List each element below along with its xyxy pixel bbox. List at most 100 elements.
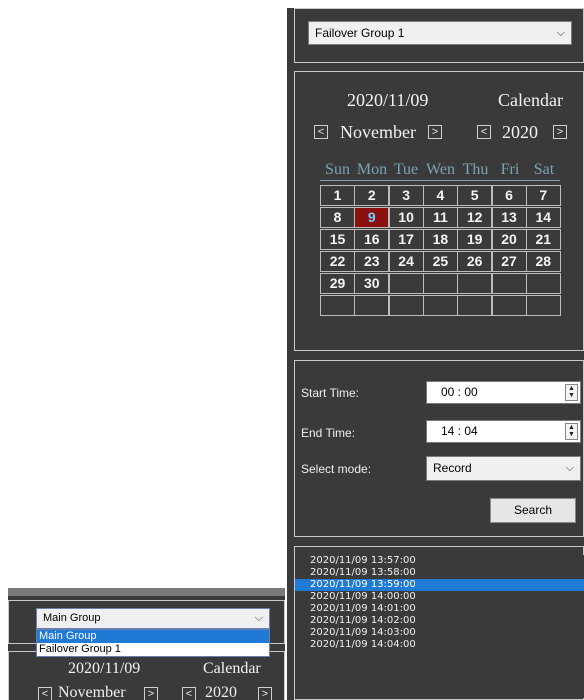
inset-calendar-year: 2020 <box>205 684 237 700</box>
calendar-day-cell[interactable]: 18 <box>422 229 458 250</box>
spin-down-icon[interactable]: ▼ <box>566 392 577 399</box>
calendar-empty-cell <box>525 295 561 316</box>
start-time-value: 00 : 00 <box>441 385 478 399</box>
inset-prev-month-button[interactable]: < <box>38 687 52 700</box>
inset-prev-year-button[interactable]: < <box>182 687 196 700</box>
start-time-field[interactable]: 00 : 00 ▲ ▼ <box>426 381 581 404</box>
calendar-empty-cell <box>388 273 424 294</box>
calendar-day-cell[interactable]: 2 <box>354 185 390 206</box>
inset-dropdown-option[interactable]: Main Group <box>37 630 269 643</box>
calendar-day-cell[interactable]: 30 <box>354 273 390 294</box>
inset-next-month-button[interactable]: > <box>144 687 158 700</box>
result-list-item[interactable]: 2020/11/09 13:57:00 <box>295 555 584 567</box>
result-timestamp: 2020/11/09 14:03:00 <box>310 627 416 638</box>
calendar-empty-cell <box>491 295 527 316</box>
group-dropdown-inset: Main Group ⌵ Main Group Failover Group 1 … <box>8 588 285 700</box>
inset-next-year-button[interactable]: > <box>258 687 272 700</box>
calendar-day-cell[interactable]: 12 <box>457 207 493 228</box>
spin-down-icon[interactable]: ▼ <box>566 431 577 438</box>
calendar-day-cell[interactable]: 9 <box>354 207 390 228</box>
calendar-day-cell[interactable]: 6 <box>491 185 527 206</box>
calendar-month: November <box>340 122 416 142</box>
result-list-item[interactable]: 2020/11/09 14:03:00 <box>295 627 584 639</box>
start-time-label: Start Time: <box>301 386 360 400</box>
end-time-field[interactable]: 14 : 04 ▲ ▼ <box>426 420 581 443</box>
result-timestamp: 2020/11/09 13:59:00 <box>310 579 416 590</box>
result-list-item[interactable]: 2020/11/09 13:59:00 <box>295 579 584 591</box>
result-timestamp: 2020/11/09 13:57:00 <box>310 555 416 566</box>
calendar-year: 2020 <box>502 122 538 142</box>
calendar-day-cell[interactable]: 17 <box>388 229 424 250</box>
result-timestamp: 2020/11/09 14:02:00 <box>310 615 416 626</box>
inset-group-select-value: Main Group <box>43 612 101 624</box>
calendar-day-cell[interactable]: 29 <box>320 273 355 294</box>
result-list-item[interactable]: 2020/11/09 14:04:00 <box>295 639 584 651</box>
results-list[interactable]: 2020/11/09 13:57:00 2020/11/09 13:58:00 20… <box>295 555 584 698</box>
calendar-day-cell[interactable]: 11 <box>422 207 458 228</box>
calendar-day-cell[interactable]: 4 <box>422 185 458 206</box>
next-month-button[interactable]: > <box>428 125 442 139</box>
calendar-empty-cell <box>525 273 561 294</box>
calendar-day-cell[interactable]: 25 <box>422 251 458 272</box>
prev-month-button[interactable]: < <box>314 125 328 139</box>
weekday-header: Thu <box>462 161 489 178</box>
inset-calendar-date: 2020/11/09 <box>68 660 141 677</box>
search-button[interactable]: Search <box>490 498 576 523</box>
result-list-item[interactable]: 2020/11/09 14:01:00 <box>295 603 584 615</box>
prev-year-button[interactable]: < <box>477 125 491 139</box>
group-select[interactable]: Failover Group 1 ⌵ <box>308 21 572 45</box>
result-timestamp: 2020/11/09 14:04:00 <box>310 639 416 650</box>
result-list-item[interactable]: 2020/11/09 14:02:00 <box>295 615 584 627</box>
weekday-header: Sat <box>533 161 555 178</box>
end-time-value: 14 : 04 <box>441 424 478 438</box>
group-select-value: Failover Group 1 <box>315 26 405 40</box>
result-timestamp: 2020/11/09 14:01:00 <box>310 603 416 614</box>
calendar-day-cell[interactable]: 23 <box>354 251 390 272</box>
calendar-day-cell[interactable]: 1 <box>320 185 355 206</box>
calendar-day-cell[interactable]: 24 <box>388 251 424 272</box>
calendar-date: 2020/11/09 <box>347 90 429 110</box>
calendar-day-cell[interactable]: 13 <box>491 207 527 228</box>
playback-panel: Failover Group 1 ⌵ 2020/11/09 Calendar <… <box>287 8 584 700</box>
inset-group-select[interactable]: Main Group ⌵ <box>36 608 270 629</box>
calendar-day-cell[interactable]: 19 <box>457 229 493 250</box>
calendar-day-cell[interactable]: 8 <box>320 207 355 228</box>
calendar-day-cell[interactable]: 27 <box>491 251 527 272</box>
inset-dropdown-option[interactable]: Failover Group 1 <box>37 643 269 656</box>
result-list-item[interactable]: 2020/11/09 14:00:00 <box>295 591 584 603</box>
calendar-empty-cell <box>491 273 527 294</box>
calendar-day-cell[interactable]: 14 <box>525 207 561 228</box>
calendar-day-cell[interactable]: 16 <box>354 229 390 250</box>
calendar-empty-cell <box>457 273 493 294</box>
weekday-header: Wen <box>426 161 455 178</box>
next-year-button[interactable]: > <box>553 125 567 139</box>
result-timestamp: 2020/11/09 14:00:00 <box>310 591 416 602</box>
calendar-day-cell[interactable]: 28 <box>525 251 561 272</box>
calendar-day-cell[interactable]: 22 <box>320 251 355 272</box>
calendar-empty-cell <box>354 295 390 316</box>
calendar-empty-cell <box>457 295 493 316</box>
mode-select[interactable]: Record ⌵ <box>426 456 581 481</box>
calendar-day-cell[interactable]: 10 <box>388 207 424 228</box>
inset-calendar-month: November <box>58 684 126 700</box>
weekday-header: Mon <box>356 161 388 178</box>
weekday-header: Fri <box>500 161 520 178</box>
result-list-item[interactable]: 2020/11/09 13:58:00 <box>295 567 584 579</box>
spin-up-icon[interactable]: ▲ <box>566 424 577 431</box>
calendar-day-cell[interactable]: 20 <box>491 229 527 250</box>
calendar-day-cell[interactable]: 3 <box>388 185 424 206</box>
calendar-day-cell[interactable]: 15 <box>320 229 355 250</box>
calendar-empty-cell <box>422 273 458 294</box>
chevron-down-icon: ⌵ <box>565 462 574 474</box>
calendar-day-cell[interactable]: 26 <box>457 251 493 272</box>
calendar-day-cell[interactable]: 5 <box>457 185 493 206</box>
end-time-spinner[interactable]: ▲ ▼ <box>565 423 578 440</box>
calendar-day-cell[interactable]: 21 <box>525 229 561 250</box>
calendar-empty-cell <box>422 295 458 316</box>
calendar-day-cell[interactable]: 7 <box>525 185 561 206</box>
calendar-empty-cell <box>320 295 355 316</box>
spin-up-icon[interactable]: ▲ <box>566 385 577 392</box>
end-time-label: End Time: <box>301 426 356 440</box>
chevron-down-icon: ⌵ <box>556 27 565 39</box>
start-time-spinner[interactable]: ▲ ▼ <box>565 384 578 401</box>
